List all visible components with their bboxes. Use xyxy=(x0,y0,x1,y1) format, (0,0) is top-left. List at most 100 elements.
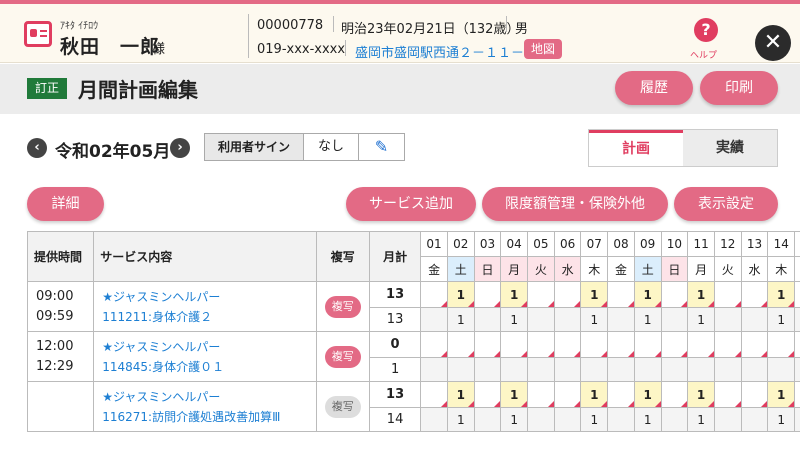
plan-day-cell[interactable] xyxy=(473,281,502,308)
plan-day-cell[interactable] xyxy=(740,331,769,358)
actual-day-cell[interactable]: 1 xyxy=(500,407,529,432)
service-content[interactable]: ★ジャスミンヘルパー 114845:身体介護０１ xyxy=(93,331,317,382)
help-icon[interactable]: ? xyxy=(694,18,718,42)
plan-day-cell[interactable] xyxy=(527,281,555,308)
plan-day-cell[interactable] xyxy=(420,281,448,308)
plan-day-cell[interactable] xyxy=(607,381,635,408)
service-name[interactable]: ★ジャスミンヘルパー xyxy=(102,387,315,407)
history-button[interactable]: 履歴 xyxy=(615,71,693,105)
actual-day-cell[interactable] xyxy=(794,307,800,332)
actual-day-cell[interactable]: 1 xyxy=(500,307,529,332)
print-button[interactable]: 印刷 xyxy=(700,71,778,105)
actual-day-cell[interactable]: 1 xyxy=(633,307,662,332)
actual-day-cell[interactable] xyxy=(527,407,555,432)
plan-day-cell[interactable]: 1 xyxy=(446,281,475,308)
actual-day-cell[interactable] xyxy=(794,407,800,432)
plan-day-cell[interactable] xyxy=(420,331,448,358)
actual-day-cell[interactable] xyxy=(713,407,742,432)
actual-day-cell[interactable] xyxy=(740,307,769,332)
service-code[interactable]: 114845:身体介護０１ xyxy=(102,357,315,377)
plan-day-cell[interactable]: 1 xyxy=(500,281,529,308)
plan-day-cell[interactable] xyxy=(794,281,800,308)
actual-day-cell[interactable] xyxy=(633,357,662,382)
plan-day-cell[interactable] xyxy=(607,331,635,358)
plan-day-cell[interactable] xyxy=(420,381,448,408)
plan-day-cell[interactable] xyxy=(713,331,742,358)
actual-day-cell[interactable]: 1 xyxy=(580,307,609,332)
next-month-icon[interactable]: › xyxy=(170,138,190,158)
actual-day-cell[interactable] xyxy=(446,357,475,382)
limit-management-button[interactable]: 限度額管理・保険外他 xyxy=(482,187,668,221)
plan-day-cell[interactable] xyxy=(633,331,662,358)
actual-day-cell[interactable] xyxy=(767,357,796,382)
plan-day-cell[interactable]: 1 xyxy=(500,381,529,408)
plan-day-cell[interactable]: 1 xyxy=(633,281,662,308)
copy-button[interactable]: 複写 xyxy=(324,295,361,318)
plan-day-cell[interactable]: 1 xyxy=(446,381,475,408)
plan-day-cell[interactable] xyxy=(660,331,689,358)
actual-day-cell[interactable] xyxy=(607,307,635,332)
plan-day-cell[interactable] xyxy=(473,331,502,358)
plan-day-cell[interactable] xyxy=(527,381,555,408)
plan-day-cell[interactable]: 1 xyxy=(687,381,715,408)
actual-day-cell[interactable] xyxy=(713,357,742,382)
display-settings-button[interactable]: 表示設定 xyxy=(674,187,778,221)
plan-day-cell[interactable] xyxy=(527,331,555,358)
help-label[interactable]: ヘルプ xyxy=(690,48,717,61)
actual-day-cell[interactable] xyxy=(713,307,742,332)
plan-day-cell[interactable]: 1 xyxy=(580,381,609,408)
plan-day-cell[interactable]: 1 xyxy=(687,281,715,308)
actual-day-cell[interactable]: 1 xyxy=(767,407,796,432)
plan-day-cell[interactable]: 1 xyxy=(633,381,662,408)
plan-day-cell[interactable] xyxy=(660,281,689,308)
actual-day-cell[interactable] xyxy=(687,357,715,382)
actual-day-cell[interactable]: 1 xyxy=(687,407,715,432)
actual-day-cell[interactable] xyxy=(420,407,448,432)
plan-day-cell[interactable] xyxy=(713,381,742,408)
plan-day-cell[interactable] xyxy=(500,331,529,358)
actual-day-cell[interactable] xyxy=(473,407,502,432)
actual-day-cell[interactable] xyxy=(553,407,582,432)
service-content[interactable]: ★ジャスミンヘルパー 116271:訪問介護処遇改善加算Ⅲ xyxy=(93,381,317,432)
plan-day-cell[interactable] xyxy=(713,281,742,308)
tab-actual[interactable]: 実績 xyxy=(683,130,777,166)
pen-icon[interactable]: ✎ xyxy=(359,134,404,160)
plan-day-cell[interactable] xyxy=(767,331,796,358)
plan-day-cell[interactable] xyxy=(687,331,715,358)
service-content[interactable]: ★ジャスミンヘルパー 111211:身体介護２ xyxy=(93,281,317,332)
actual-day-cell[interactable] xyxy=(473,357,502,382)
detail-button[interactable]: 詳細 xyxy=(27,187,104,221)
plan-day-cell[interactable] xyxy=(794,331,800,358)
service-code[interactable]: 111211:身体介護２ xyxy=(102,307,315,327)
plan-day-cell[interactable] xyxy=(740,381,769,408)
plan-day-cell[interactable] xyxy=(607,281,635,308)
plan-day-cell[interactable] xyxy=(580,331,609,358)
plan-day-cell[interactable] xyxy=(740,281,769,308)
actual-day-cell[interactable] xyxy=(553,357,582,382)
actual-day-cell[interactable] xyxy=(527,307,555,332)
map-button[interactable]: 地図 xyxy=(524,39,562,59)
service-name[interactable]: ★ジャスミンヘルパー xyxy=(102,287,315,307)
plan-day-cell[interactable]: 1 xyxy=(767,281,796,308)
actual-day-cell[interactable]: 1 xyxy=(446,307,475,332)
prev-month-icon[interactable]: ‹ xyxy=(27,138,47,158)
plan-day-cell[interactable] xyxy=(553,331,582,358)
close-icon[interactable]: ✕ xyxy=(755,25,791,61)
actual-day-cell[interactable]: 1 xyxy=(633,407,662,432)
actual-day-cell[interactable] xyxy=(500,357,529,382)
actual-day-cell[interactable]: 1 xyxy=(580,407,609,432)
actual-day-cell[interactable] xyxy=(553,307,582,332)
actual-day-cell[interactable] xyxy=(527,357,555,382)
actual-day-cell[interactable] xyxy=(660,407,689,432)
service-name[interactable]: ★ジャスミンヘルパー xyxy=(102,337,315,357)
actual-day-cell[interactable] xyxy=(740,357,769,382)
copy-button[interactable]: 複写 xyxy=(324,345,361,368)
actual-day-cell[interactable] xyxy=(473,307,502,332)
actual-day-cell[interactable] xyxy=(580,357,609,382)
actual-day-cell[interactable] xyxy=(794,357,800,382)
service-code[interactable]: 116271:訪問介護処遇改善加算Ⅲ xyxy=(102,407,315,427)
actual-day-cell[interactable] xyxy=(607,357,635,382)
add-service-button[interactable]: サービス追加 xyxy=(346,187,476,221)
plan-day-cell[interactable]: 1 xyxy=(767,381,796,408)
actual-day-cell[interactable] xyxy=(420,357,448,382)
